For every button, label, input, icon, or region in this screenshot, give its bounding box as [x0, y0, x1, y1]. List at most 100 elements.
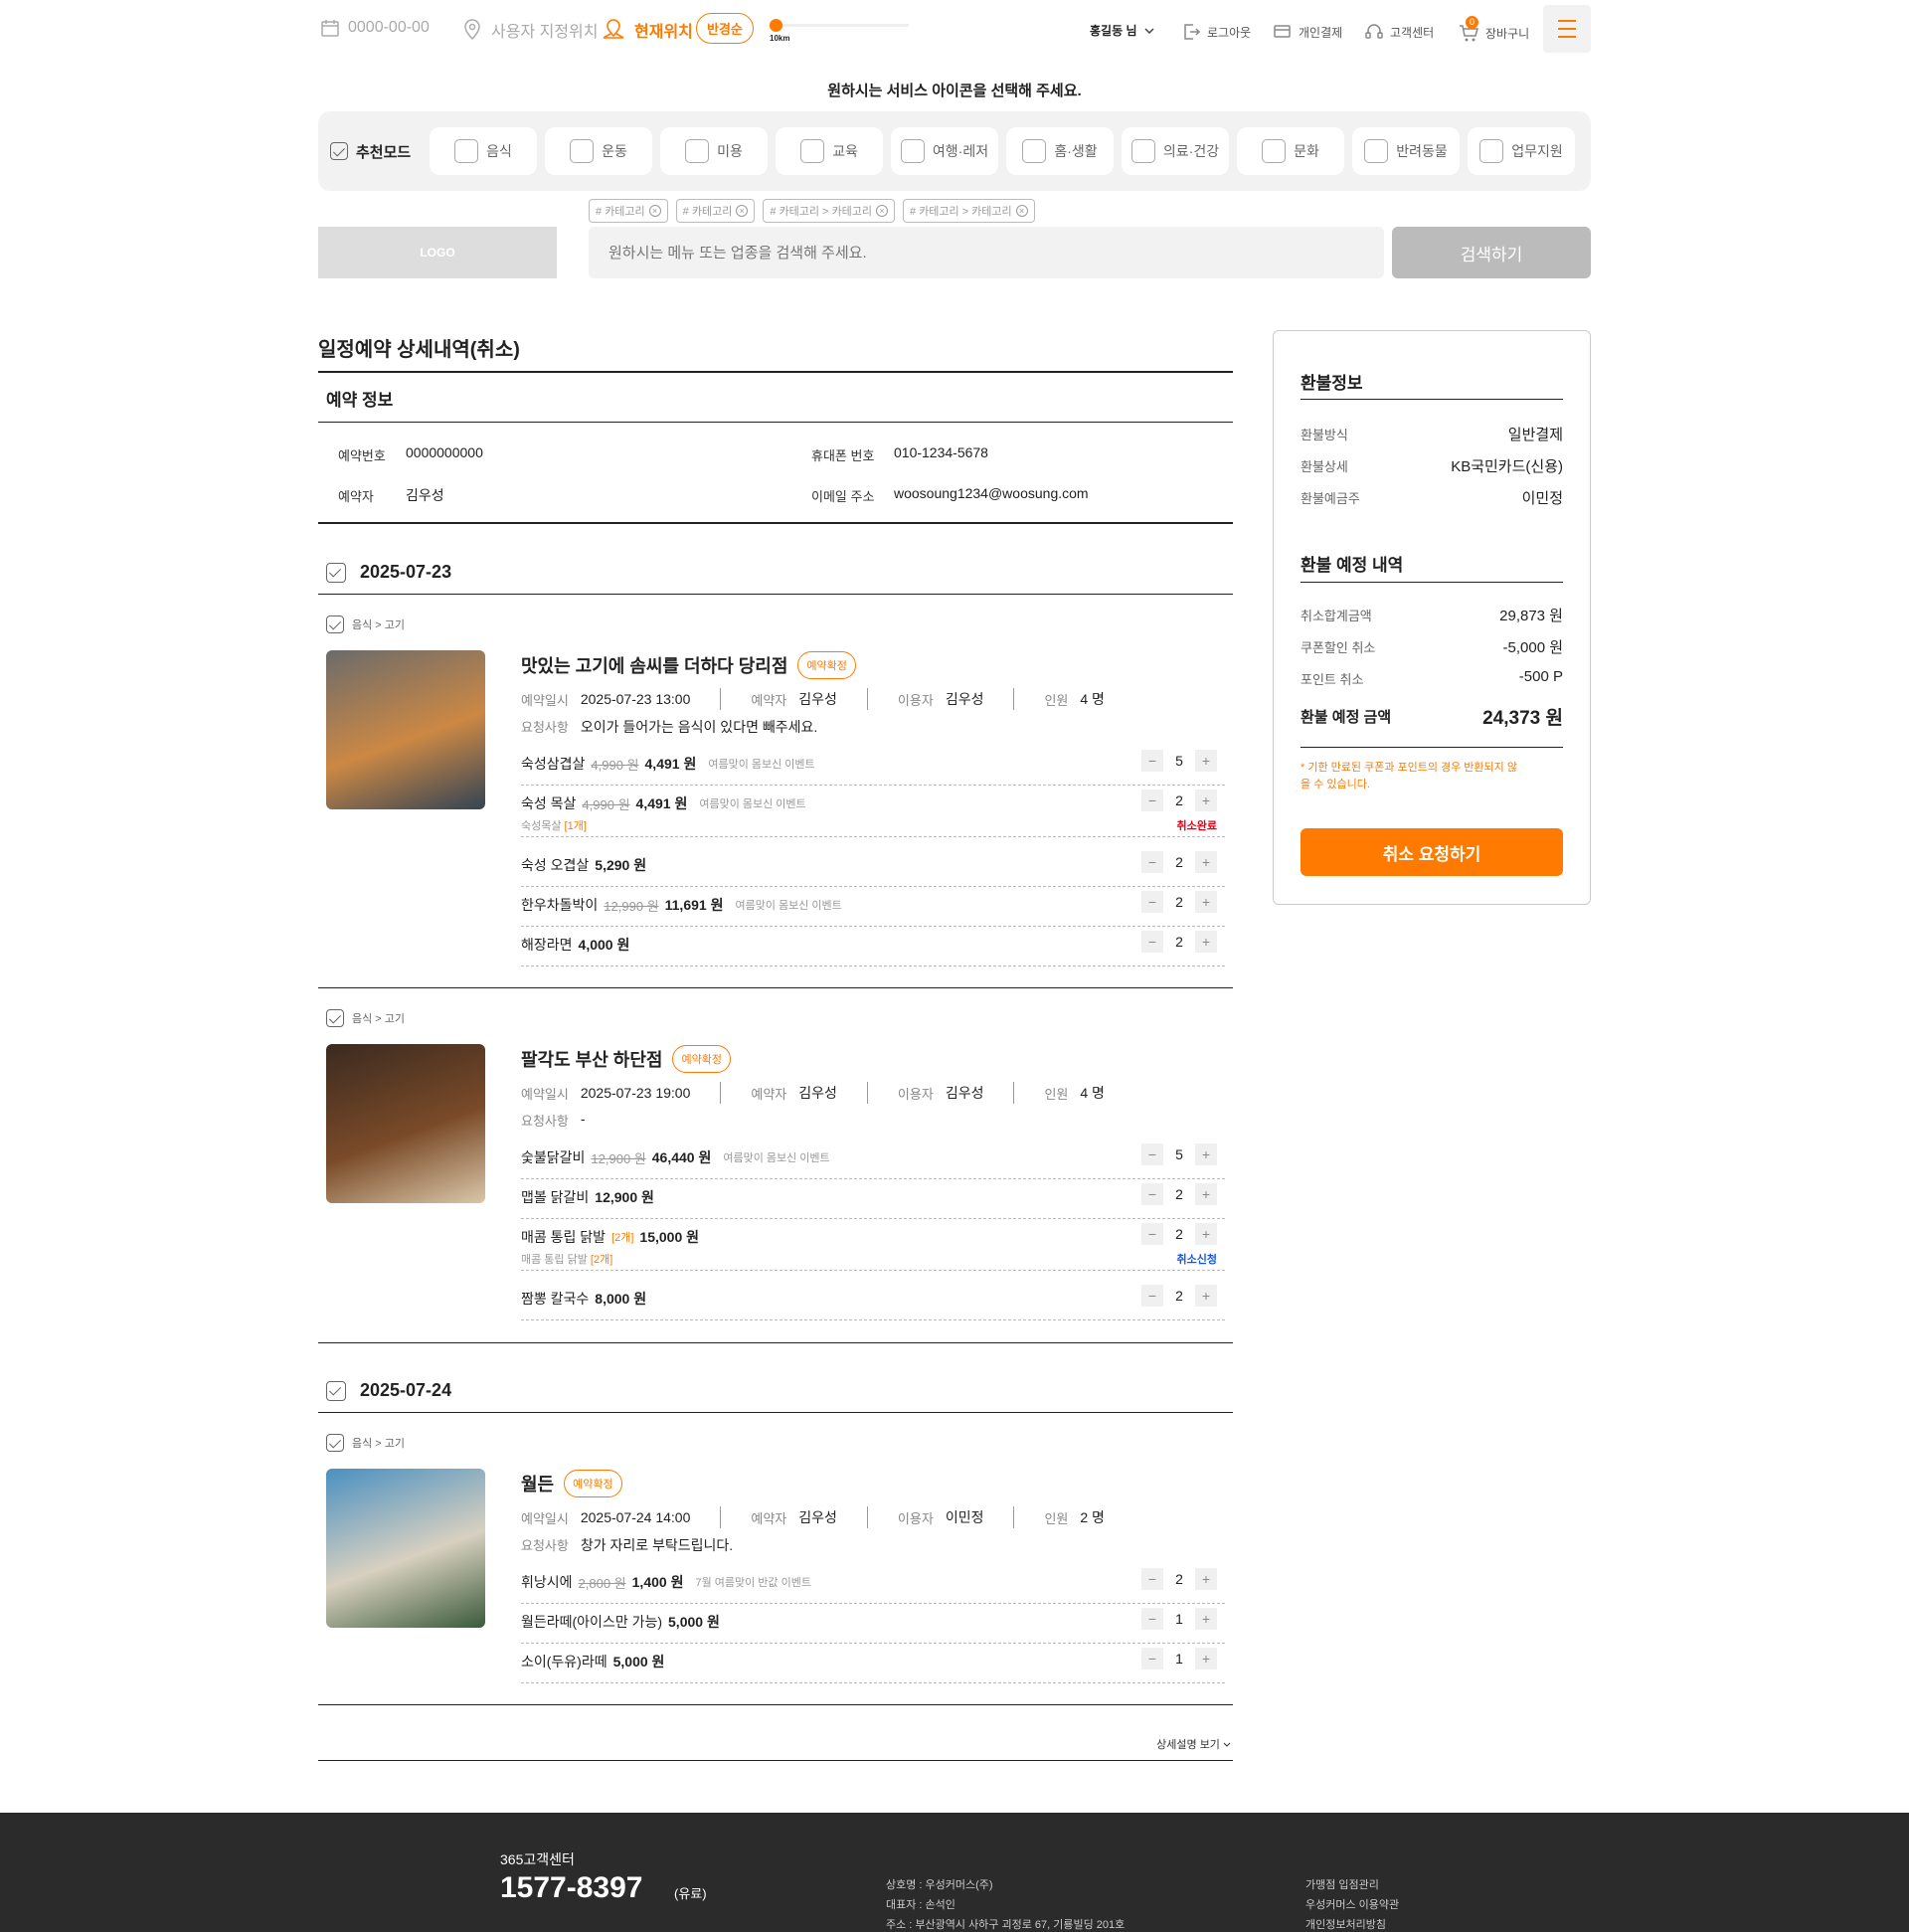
- plus-button[interactable]: +: [1195, 931, 1217, 953]
- meta-label: 예약자: [751, 692, 787, 708]
- current-location-label: 현재위치: [634, 24, 693, 41]
- search-input[interactable]: [589, 227, 1384, 278]
- quantity-stepper[interactable]: −1 +: [1141, 1648, 1217, 1669]
- cart-button[interactable]: 0 장바구니: [1458, 16, 1529, 44]
- divider: [318, 1412, 1233, 1413]
- minus-button[interactable]: −: [1141, 931, 1163, 953]
- support-button[interactable]: 고객센터: [1364, 22, 1434, 42]
- minus-button[interactable]: −: [1141, 851, 1163, 873]
- checkbox-icon[interactable]: [326, 1009, 344, 1027]
- checkbox-icon[interactable]: [326, 562, 346, 583]
- footer-link-partner[interactable]: 가맹점 입점관리: [1305, 1876, 1379, 1892]
- final-refund-label: 환불 예정 금액: [1301, 709, 1392, 726]
- plus-button[interactable]: +: [1195, 1608, 1217, 1630]
- quantity-stepper[interactable]: −1 +: [1141, 1608, 1217, 1630]
- category-5[interactable]: 홈·생활: [1006, 127, 1114, 175]
- category-chip[interactable]: # 카테고리 ×: [589, 199, 668, 223]
- minus-button[interactable]: −: [1141, 1648, 1163, 1669]
- plus-button[interactable]: +: [1195, 1568, 1217, 1590]
- selected-chips: # 카테고리 × # 카테고리 × # 카테고리 > 카테고리 × # 카테고리 > 카테고…: [589, 199, 1035, 223]
- menu-item-name: 숙성 오겹살 5,290 원: [521, 855, 646, 875]
- minus-button[interactable]: −: [1141, 790, 1163, 811]
- category-3[interactable]: 교육: [776, 127, 883, 175]
- store-photo: [326, 1469, 485, 1628]
- minus-button[interactable]: −: [1141, 1143, 1163, 1165]
- store-name[interactable]: 맛있는 고기에 솜씨를 더하다 당리점 예약확정: [521, 651, 856, 679]
- menu-line: [1558, 36, 1576, 38]
- item-price: 15,000 원: [639, 1229, 700, 1245]
- checkbox-icon[interactable]: [326, 1434, 344, 1452]
- checkbox-icon[interactable]: [326, 615, 344, 633]
- minus-button[interactable]: −: [1141, 1608, 1163, 1630]
- date-label: 2025-07-23: [360, 562, 452, 582]
- meta-value: 김우성: [798, 1085, 837, 1101]
- custom-location-button[interactable]: 사용자 지정위치: [461, 18, 599, 42]
- date-picker[interactable]: 0000-00-00: [320, 18, 430, 38]
- user-menu[interactable]: 홍길동 님: [1090, 22, 1155, 39]
- slider-handle[interactable]: [770, 19, 782, 32]
- category-chip[interactable]: # 카테고리 ×: [675, 199, 756, 223]
- plus-button[interactable]: +: [1195, 1143, 1217, 1165]
- hamburger-menu-button[interactable]: [1543, 5, 1591, 53]
- quantity-stepper[interactable]: −2 +: [1141, 931, 1217, 953]
- category-chip[interactable]: # 카테고리 > 카테고리 ×: [902, 199, 1035, 223]
- quantity-stepper[interactable]: −5 +: [1141, 1143, 1217, 1165]
- quantity-stepper[interactable]: −2 +: [1141, 1223, 1217, 1245]
- plus-button[interactable]: +: [1195, 891, 1217, 913]
- footer-link-terms[interactable]: 우성커머스 이용약관: [1305, 1896, 1399, 1912]
- minus-button[interactable]: −: [1141, 891, 1163, 913]
- store-name[interactable]: 팔각도 부산 하단점 예약확정: [521, 1045, 731, 1073]
- minus-button[interactable]: −: [1141, 1223, 1163, 1245]
- quantity-stepper[interactable]: −2 +: [1141, 1183, 1217, 1205]
- request-row: 요청사항 창가 자리로 부탁드립니다.: [521, 1535, 733, 1555]
- category-1[interactable]: 운동: [545, 127, 652, 175]
- plus-button[interactable]: +: [1195, 851, 1217, 873]
- plus-button[interactable]: +: [1195, 1648, 1217, 1669]
- category-6[interactable]: 의료·건강: [1122, 127, 1229, 175]
- plus-button[interactable]: +: [1195, 1223, 1217, 1245]
- remove-chip-icon[interactable]: ×: [648, 205, 661, 217]
- minus-button[interactable]: −: [1141, 1183, 1163, 1205]
- meta-label: 이용자: [897, 1510, 934, 1526]
- category-chip[interactable]: # 카테고리 > 카테고리 ×: [763, 199, 895, 223]
- meta-separator: [1013, 688, 1015, 710]
- radius-slider[interactable]: 10km: [770, 19, 909, 43]
- category-4[interactable]: 여행·레저: [891, 127, 998, 175]
- quantity-stepper[interactable]: −2 +: [1141, 851, 1217, 873]
- refund-method-label: 환불방식: [1301, 428, 1348, 442]
- cancel-request-button[interactable]: 취소 요청하기: [1301, 828, 1563, 876]
- payment-button[interactable]: 개인결제: [1273, 22, 1342, 42]
- remove-chip-icon[interactable]: ×: [875, 205, 888, 217]
- quantity-stepper[interactable]: −5 +: [1141, 750, 1217, 772]
- item-name: 숙성 목살: [521, 795, 577, 811]
- quantity-stepper[interactable]: −2 +: [1141, 891, 1217, 913]
- minus-button[interactable]: −: [1141, 1285, 1163, 1307]
- remove-chip-icon[interactable]: ×: [736, 205, 749, 217]
- current-location-button[interactable]: 현재위치: [601, 18, 693, 42]
- category-2[interactable]: 미용: [660, 127, 768, 175]
- category-8[interactable]: 반려동물: [1352, 127, 1460, 175]
- more-detail-link[interactable]: 상세설명 보기: [1156, 1736, 1231, 1752]
- item-price: 8,000 원: [595, 1291, 647, 1307]
- minus-button[interactable]: −: [1141, 1568, 1163, 1590]
- plus-button[interactable]: +: [1195, 790, 1217, 811]
- plus-button[interactable]: +: [1195, 1183, 1217, 1205]
- plus-button[interactable]: +: [1195, 750, 1217, 772]
- radius-sort-button[interactable]: 반경순: [696, 13, 754, 44]
- store-name[interactable]: 월든 예약확정: [521, 1470, 622, 1497]
- logout-button[interactable]: 로그아웃: [1181, 22, 1251, 42]
- category-9[interactable]: 업무지원: [1468, 127, 1575, 175]
- minus-button[interactable]: −: [1141, 750, 1163, 772]
- quantity-stepper[interactable]: −2 +: [1141, 790, 1217, 811]
- category-0[interactable]: 음식: [430, 127, 537, 175]
- plus-button[interactable]: +: [1195, 1285, 1217, 1307]
- recommend-mode-toggle[interactable]: 추천모드: [330, 127, 411, 175]
- search-button[interactable]: 검색하기: [1392, 227, 1591, 278]
- quantity-stepper[interactable]: −2 +: [1141, 1568, 1217, 1590]
- cancel-status: 취소신청: [1176, 1254, 1217, 1266]
- remove-chip-icon[interactable]: ×: [1015, 205, 1028, 217]
- category-7[interactable]: 문화: [1237, 127, 1344, 175]
- quantity-stepper[interactable]: −2 +: [1141, 1285, 1217, 1307]
- footer-link-privacy[interactable]: 개인정보처리방침: [1305, 1916, 1386, 1932]
- checkbox-icon[interactable]: [326, 1380, 346, 1401]
